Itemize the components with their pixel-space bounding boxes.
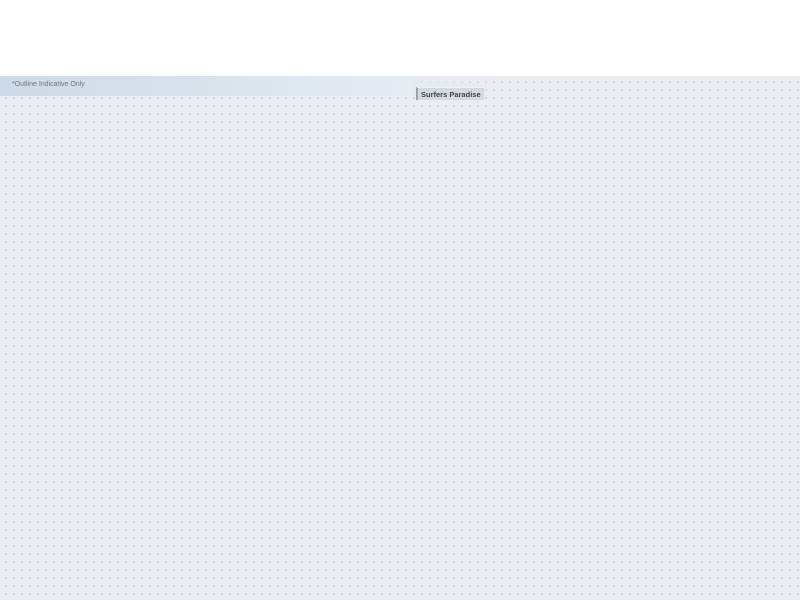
outline-disclaimer: *Outline Indicative Only bbox=[12, 81, 85, 88]
map-page: *Outline Indicative Only Surfers Paradis… bbox=[0, 0, 800, 600]
blank-header-space bbox=[0, 0, 800, 76]
place-label-surfers-paradise[interactable]: Surfers Paradise bbox=[416, 87, 484, 100]
map-canvas[interactable] bbox=[0, 76, 800, 600]
map-header-band bbox=[0, 76, 800, 96]
